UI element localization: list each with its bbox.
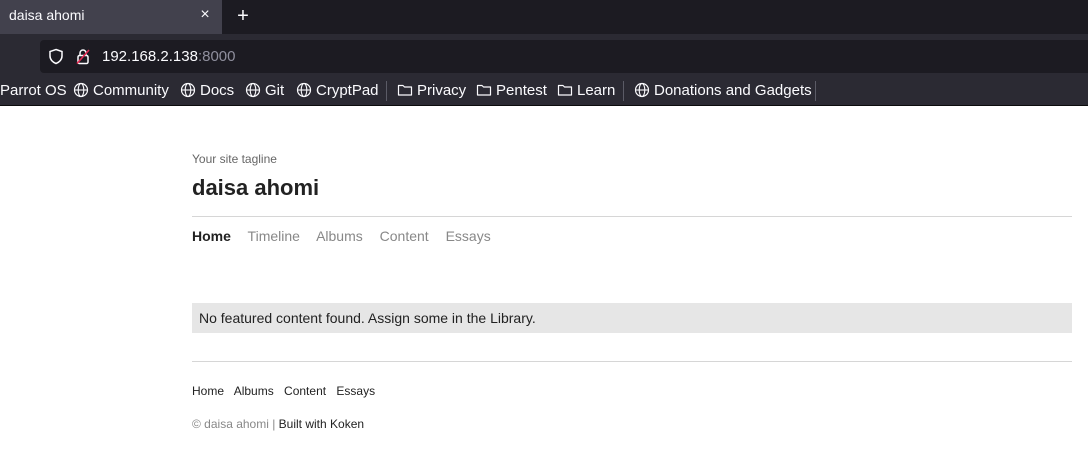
bookmark-label: Docs bbox=[200, 82, 235, 99]
globe-icon bbox=[73, 82, 89, 98]
copyright-text: © daisa ahomi | bbox=[192, 417, 279, 431]
bookmark-label: CryptPad bbox=[316, 82, 379, 99]
nav-home[interactable]: Home bbox=[192, 228, 231, 244]
bookmark-separator bbox=[386, 81, 387, 101]
bookmark-folder-privacy[interactable]: Privacy bbox=[397, 81, 466, 101]
url-text[interactable]: 192.168.2.138:8000 bbox=[102, 48, 235, 65]
bookmark-donations-and-gadgets[interactable]: Donations and Gadgets bbox=[634, 81, 812, 101]
globe-icon bbox=[180, 82, 196, 98]
tab-title: daisa ahomi bbox=[9, 7, 85, 23]
folder-icon bbox=[476, 84, 492, 96]
bookmark-git[interactable]: Git bbox=[245, 81, 284, 101]
bookmark-separator bbox=[815, 81, 816, 101]
bookmark-separator bbox=[623, 81, 624, 101]
nav-content[interactable]: Content bbox=[380, 228, 429, 244]
bookmark-community[interactable]: Community bbox=[73, 81, 169, 101]
bookmark-cryptpad[interactable]: CryptPad bbox=[296, 81, 379, 101]
footer-nav-content[interactable]: Content bbox=[284, 384, 326, 398]
folder-icon bbox=[557, 84, 573, 96]
bookmark-docs[interactable]: Docs bbox=[180, 81, 234, 101]
bookmark-label: Privacy bbox=[417, 82, 467, 99]
bookmark-label: Donations and Gadgets bbox=[654, 82, 812, 99]
bookmark-label: Community bbox=[93, 82, 169, 99]
footer-nav-home[interactable]: Home bbox=[192, 384, 224, 398]
nav-timeline[interactable]: Timeline bbox=[248, 228, 300, 244]
footer-nav: Home Albums Content Essays bbox=[192, 384, 382, 398]
bookmark-folder-learn[interactable]: Learn bbox=[557, 81, 615, 101]
site-tagline: Your site tagline bbox=[192, 152, 277, 166]
close-icon[interactable]: × bbox=[196, 6, 214, 24]
empty-featured-notice: No featured content found. Assign some i… bbox=[192, 303, 1072, 333]
site-title[interactable]: daisa ahomi bbox=[192, 175, 319, 201]
bookmark-folder-pentest[interactable]: Pentest bbox=[476, 81, 547, 101]
main-nav: Home Timeline Albums Content Essays bbox=[192, 228, 504, 244]
bookmark-parrot-os[interactable]: Parrot OS bbox=[0, 81, 67, 101]
footer-nav-albums[interactable]: Albums bbox=[234, 384, 274, 398]
folder-icon bbox=[397, 84, 413, 96]
browser-chrome: daisa ahomi × + 192.168.2.138:8000 Parro… bbox=[0, 0, 1088, 106]
built-with-koken-link[interactable]: Built with Koken bbox=[279, 417, 364, 431]
browser-tab[interactable]: daisa ahomi × bbox=[0, 0, 222, 34]
url-port: :8000 bbox=[197, 48, 236, 65]
bookmark-label: Pentest bbox=[496, 82, 547, 99]
insecure-lock-icon[interactable] bbox=[75, 48, 91, 65]
new-tab-icon[interactable]: + bbox=[232, 5, 254, 27]
bookmark-label: Parrot OS bbox=[0, 82, 67, 99]
shield-icon[interactable] bbox=[48, 48, 64, 65]
nav-albums[interactable]: Albums bbox=[316, 228, 363, 244]
footer-divider bbox=[192, 361, 1072, 362]
copyright: © daisa ahomi | Built with Koken bbox=[192, 417, 364, 431]
globe-icon bbox=[634, 82, 650, 98]
bookmark-label: Learn bbox=[577, 82, 616, 99]
address-bar[interactable]: 192.168.2.138:8000 bbox=[40, 40, 1088, 73]
header-divider bbox=[192, 216, 1072, 217]
footer-nav-essays[interactable]: Essays bbox=[336, 384, 375, 398]
url-host: 192.168.2.138 bbox=[102, 48, 198, 65]
globe-icon bbox=[245, 82, 261, 98]
bookmark-label: Git bbox=[265, 82, 285, 99]
nav-essays[interactable]: Essays bbox=[446, 228, 491, 244]
globe-icon bbox=[296, 82, 312, 98]
bookmarks-toolbar: Parrot OS Community Docs Git CryptPad Pr… bbox=[0, 76, 1088, 106]
tab-strip: daisa ahomi × + bbox=[0, 0, 1088, 34]
page-content: Your site tagline daisa ahomi Home Timel… bbox=[0, 106, 1088, 476]
